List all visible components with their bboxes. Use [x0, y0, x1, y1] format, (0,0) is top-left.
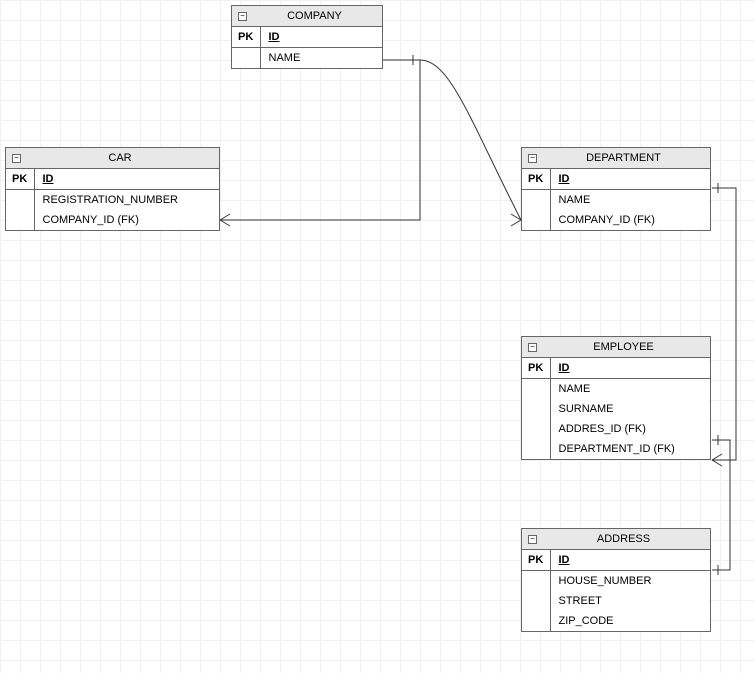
entity-address: − ADDRESS PK ID HOUSE_NUMBER STREET ZIP_… [521, 528, 711, 632]
entity-company: − COMPANY PK ID NAME [231, 5, 383, 69]
pk-label: PK [522, 550, 550, 570]
entity-header: − DEPARTMENT [522, 148, 710, 169]
entity-employee: − EMPLOYEE PK ID NAME SURNAME ADDRES_ID … [521, 336, 711, 460]
entity-title: CAR [27, 152, 213, 164]
field-key [522, 611, 550, 631]
field-key [522, 399, 550, 419]
collapse-icon[interactable]: − [238, 12, 247, 21]
rel-company-car [220, 60, 420, 220]
field-key [6, 190, 34, 210]
field-name: STREET [550, 591, 710, 611]
pk-field: ID [34, 169, 219, 189]
field-key [522, 419, 550, 439]
field-name: SURNAME [550, 399, 710, 419]
pk-field: ID [550, 358, 710, 378]
field-name: NAME [260, 48, 382, 68]
field-name: NAME [550, 190, 710, 210]
entity-header: − COMPANY [232, 6, 382, 27]
collapse-icon[interactable]: − [528, 154, 537, 163]
field-key [522, 571, 550, 591]
field-key [522, 591, 550, 611]
field-name: HOUSE_NUMBER [550, 571, 710, 591]
crowfoot-icon [712, 454, 722, 466]
collapse-icon[interactable]: − [528, 343, 537, 352]
pk-label: PK [522, 169, 550, 189]
crowfoot-icon [220, 214, 230, 226]
field-key [232, 48, 260, 68]
field-key [522, 379, 550, 399]
entity-header: − EMPLOYEE [522, 337, 710, 358]
rel-company-department [383, 60, 521, 220]
field-name: COMPANY_ID (FK) [34, 210, 219, 230]
field-key [522, 210, 550, 230]
pk-label: PK [6, 169, 34, 189]
pk-field: ID [550, 169, 710, 189]
field-name: NAME [550, 379, 710, 399]
pk-label: PK [232, 27, 260, 47]
field-key [522, 439, 550, 459]
pk-label: PK [522, 358, 550, 378]
field-name: DEPARTMENT_ID (FK) [550, 439, 710, 459]
rel-department-employee [712, 188, 736, 460]
field-name: ZIP_CODE [550, 611, 710, 631]
entity-header: − ADDRESS [522, 529, 710, 550]
entity-title: EMPLOYEE [543, 341, 704, 353]
field-name: REGISTRATION_NUMBER [34, 190, 219, 210]
pk-field: ID [550, 550, 710, 570]
rel-address-employee [712, 440, 730, 570]
collapse-icon[interactable]: − [528, 535, 537, 544]
field-key [6, 210, 34, 230]
field-name: ADDRES_ID (FK) [550, 419, 710, 439]
collapse-icon[interactable]: − [12, 154, 21, 163]
crowfoot-icon [511, 214, 521, 226]
entity-title: ADDRESS [543, 533, 704, 545]
field-name: COMPANY_ID (FK) [550, 210, 710, 230]
entity-header: − CAR [6, 148, 219, 169]
pk-field: ID [260, 27, 382, 47]
field-key [522, 190, 550, 210]
entity-title: DEPARTMENT [543, 152, 704, 164]
entity-department: − DEPARTMENT PK ID NAME COMPANY_ID (FK) [521, 147, 711, 231]
entity-title: COMPANY [253, 10, 376, 22]
entity-car: − CAR PK ID REGISTRATION_NUMBER COMPANY_… [5, 147, 220, 231]
